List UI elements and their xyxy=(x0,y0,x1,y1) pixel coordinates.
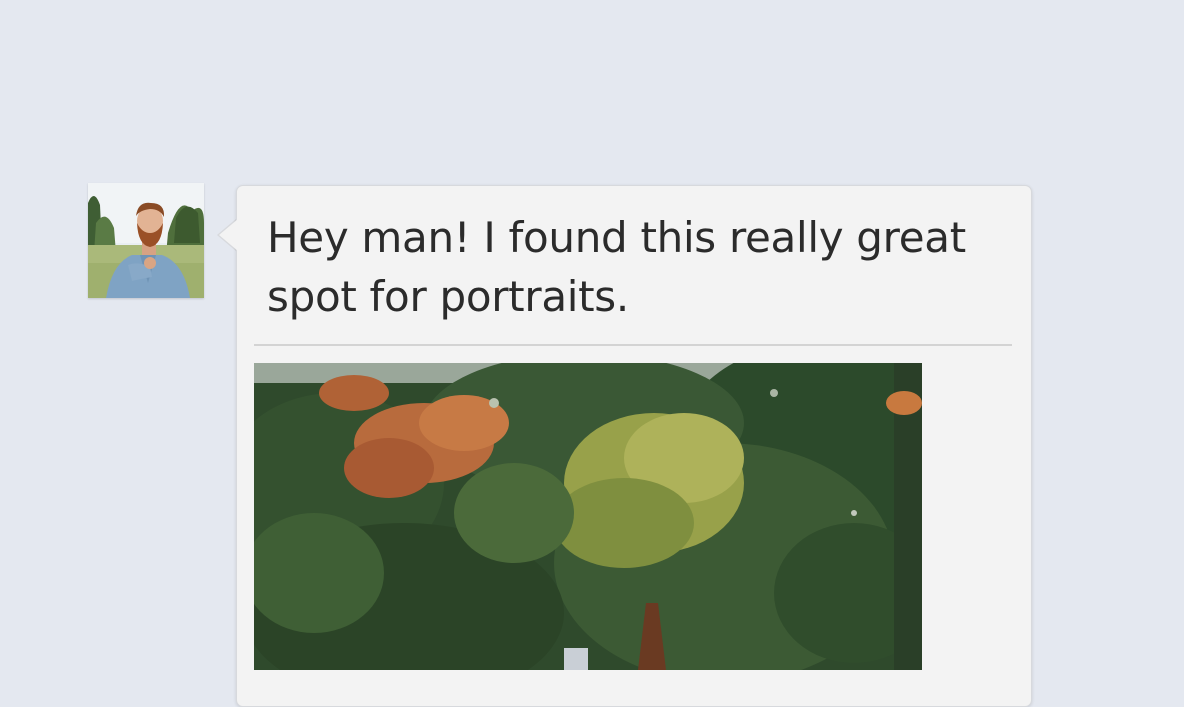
bubble-tail xyxy=(219,219,238,251)
trees-photo-image xyxy=(254,363,922,670)
attached-photo[interactable] xyxy=(254,363,922,670)
avatar-photo xyxy=(88,183,204,298)
sender-avatar[interactable] xyxy=(88,183,204,298)
message-divider xyxy=(254,344,1012,346)
message-text: Hey man! I found this really great spot … xyxy=(267,213,966,321)
